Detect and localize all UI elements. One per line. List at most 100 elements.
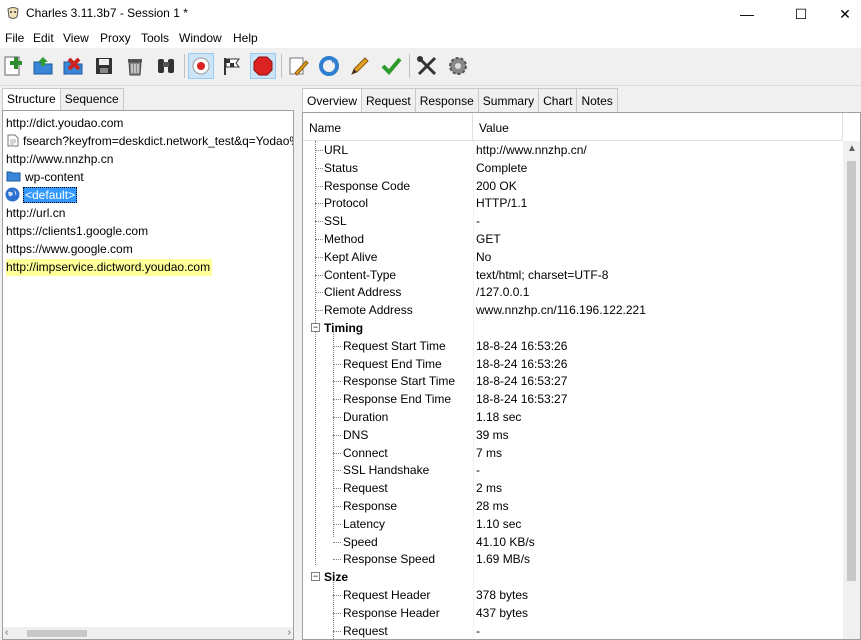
property-row[interactable]: Response Speed 1.69 MB/s	[303, 550, 843, 568]
property-value: 18-8-24 16:53:27	[476, 374, 568, 389]
tree-folder-item[interactable]: wp-content	[6, 169, 84, 186]
scroll-left-icon[interactable]: ‹	[5, 627, 8, 638]
property-row[interactable]: SSL -	[303, 212, 843, 230]
tree-host-item[interactable]: http://url.cn	[6, 205, 65, 222]
menu-tools[interactable]: Tools	[141, 31, 169, 45]
property-row[interactable]: Method GET	[303, 230, 843, 248]
property-row[interactable]: Connect 7 ms	[303, 444, 843, 462]
tree-connector	[333, 363, 341, 365]
tab-notes[interactable]: Notes	[576, 88, 618, 112]
tree-host-item[interactable]: http://dict.youdao.com	[6, 115, 123, 132]
settings-button[interactable]	[445, 53, 471, 79]
property-row[interactable]: Duration 1.18 sec	[303, 408, 843, 426]
vertical-scrollbar[interactable]: ▲	[843, 141, 860, 639]
record-button[interactable]	[188, 53, 214, 79]
property-row[interactable]: Request -	[303, 622, 843, 639]
menu-edit[interactable]: Edit	[33, 31, 54, 45]
close-session-icon	[63, 57, 83, 75]
tree-host-item[interactable]: http://impservice.dictword.youdao.com	[6, 259, 213, 276]
property-row[interactable]: Response End Time 18-8-24 16:53:27	[303, 390, 843, 408]
tab-request[interactable]: Request	[361, 88, 416, 112]
property-row[interactable]: Request Start Time 18-8-24 16:53:26	[303, 337, 843, 355]
tab-chart[interactable]: Chart	[538, 88, 578, 112]
menu-help[interactable]: Help	[233, 31, 258, 45]
tools-button[interactable]	[414, 53, 440, 79]
window-title: Charles 3.11.3b7 - Session 1 *	[26, 6, 188, 20]
close-icon: ✕	[839, 5, 851, 22]
tab-summary[interactable]: Summary	[477, 88, 540, 112]
property-row[interactable]: Remote Address www.nnzhp.cn/116.196.122.2…	[303, 301, 843, 319]
section-row[interactable]: − Size	[303, 568, 843, 586]
save-button[interactable]	[91, 53, 117, 79]
tree-host-item[interactable]: https://clients1.google.com	[6, 223, 148, 240]
column-header-name[interactable]: Name	[303, 113, 473, 141]
property-row[interactable]: Speed 41.10 KB/s	[303, 533, 843, 551]
tree-host-item[interactable]: http://www.nnzhp.cn	[6, 151, 113, 168]
globe-icon	[5, 187, 20, 202]
scroll-up-icon[interactable]: ▲	[847, 143, 857, 154]
toolbar	[0, 48, 861, 86]
validate-button[interactable]	[378, 53, 404, 79]
horizontal-scrollbar[interactable]: ‹ ›	[3, 627, 293, 639]
close-button[interactable]: ✕	[822, 0, 861, 28]
menu-view[interactable]: View	[63, 31, 89, 45]
property-row[interactable]: Content-Type text/html; charset=UTF-8	[303, 266, 843, 284]
property-name: Response Code	[324, 178, 411, 193]
open-session-button[interactable]	[30, 53, 56, 79]
left-tabs: Structure Sequence	[2, 88, 124, 110]
throttle-button[interactable]	[219, 53, 245, 79]
scrollbar-thumb[interactable]	[847, 161, 856, 581]
tab-structure[interactable]: Structure	[2, 88, 61, 110]
property-value: 18-8-24 16:53:26	[476, 338, 568, 353]
tab-sequence[interactable]: Sequence	[59, 88, 124, 110]
tree-path-item[interactable]: fsearch?keyfrom=deskdict.network_test&q=…	[7, 133, 293, 150]
tree-connector	[333, 541, 341, 543]
property-name: Response	[343, 499, 398, 513]
close-session-button[interactable]	[60, 53, 86, 79]
property-row[interactable]: Response 28 ms	[303, 497, 843, 515]
property-row[interactable]: SSL Handshake -	[303, 461, 843, 479]
property-value: 18-8-24 16:53:26	[476, 356, 568, 371]
property-row[interactable]: Request End Time 18-8-24 16:53:26	[303, 355, 843, 373]
maximize-button[interactable]: ☐	[778, 0, 824, 28]
tree-connector	[333, 470, 341, 472]
property-row[interactable]: DNS 39 ms	[303, 426, 843, 444]
menu-proxy[interactable]: Proxy	[100, 31, 131, 45]
property-value: -	[476, 463, 480, 478]
breakpoints-button[interactable]	[250, 53, 276, 79]
clear-session-button[interactable]	[122, 53, 148, 79]
find-button[interactable]	[153, 53, 179, 79]
collapse-toggle-icon[interactable]: −	[311, 572, 320, 582]
new-session-button[interactable]	[0, 53, 26, 79]
tree-default-item[interactable]: <default>	[5, 187, 78, 204]
menu-window[interactable]: Window	[179, 31, 222, 45]
property-row[interactable]: Response Header 437 bytes	[303, 604, 843, 622]
edit-button[interactable]	[347, 53, 373, 79]
minimize-button[interactable]: —	[724, 0, 770, 28]
property-row[interactable]: Client Address/127.0.0.1	[303, 283, 843, 301]
property-name: Response Start Time	[343, 374, 456, 389]
menu-file[interactable]: File	[5, 31, 24, 45]
property-row[interactable]: Response Code 200 OK	[303, 177, 843, 195]
property-row[interactable]: Request 2 ms	[303, 479, 843, 497]
tab-response[interactable]: Response	[414, 88, 479, 112]
property-row[interactable]: Response Start Time 18-8-24 16:53:27	[303, 372, 843, 390]
property-value: text/html; charset=UTF-8	[476, 267, 609, 282]
property-row[interactable]: Latency 1.10 sec	[303, 515, 843, 533]
scroll-right-icon[interactable]: ›	[288, 627, 291, 638]
property-value: Complete	[476, 160, 528, 175]
tree-host-item[interactable]: https://www.google.com	[6, 241, 133, 258]
tab-overview[interactable]: Overview	[302, 88, 363, 112]
section-row[interactable]: − Timing	[303, 319, 843, 337]
column-header-value[interactable]: Value	[473, 113, 843, 141]
property-row[interactable]: Request Header 378 bytes	[303, 586, 843, 604]
scrollbar-thumb[interactable]	[27, 630, 87, 637]
property-value: 2 ms	[476, 481, 503, 496]
property-row[interactable]: Status Complete	[303, 159, 843, 177]
repeat-button[interactable]	[316, 53, 342, 79]
property-row[interactable]: Kept Alive No	[303, 248, 843, 266]
compose-button[interactable]	[285, 53, 311, 79]
property-row[interactable]: URL http://www.nnzhp.cn/	[303, 141, 843, 159]
property-row[interactable]: Protocol HTTP/1.1	[303, 194, 843, 212]
collapse-toggle-icon[interactable]: −	[311, 323, 320, 332]
